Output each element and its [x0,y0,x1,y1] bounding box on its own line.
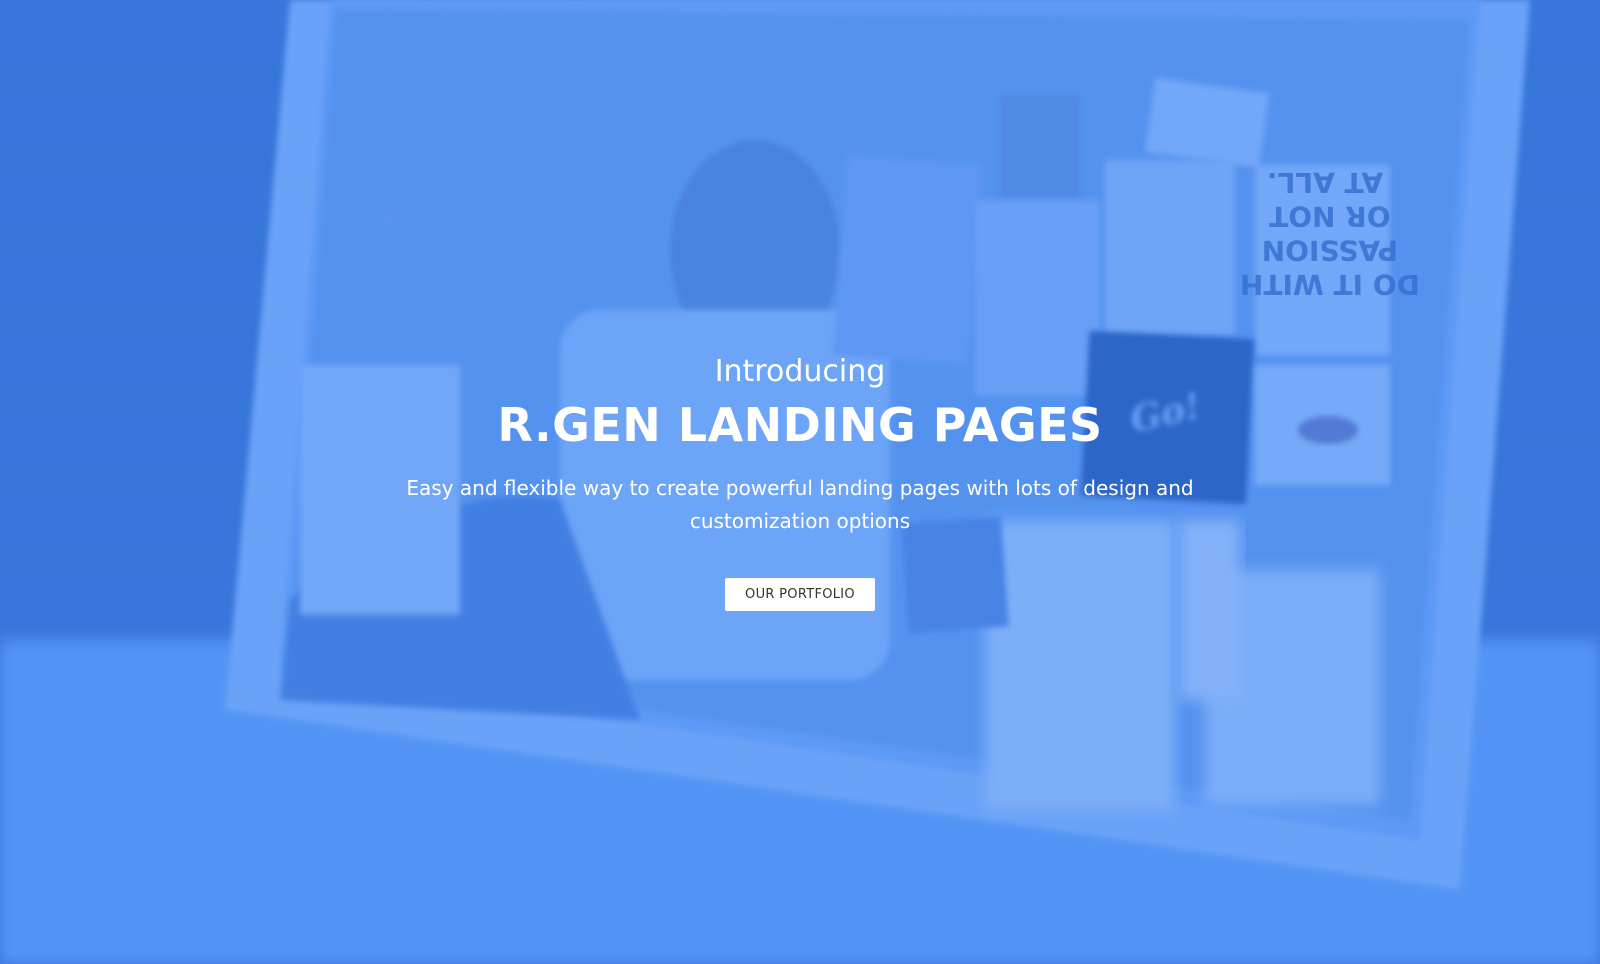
hero-content: Introducing R.GEN LANDING PAGES Easy and… [0,350,1600,611]
hero-title: R.GEN LANDING PAGES [497,398,1103,452]
hero-intro: Introducing [714,354,886,389]
hero-section: DO IT WITH PASSION OR NOT AT ALL. Go! In… [0,0,1600,964]
our-portfolio-button[interactable]: OUR PORTFOLIO [725,578,875,611]
hero-description: Easy and flexible way to create powerful… [406,476,1194,533]
